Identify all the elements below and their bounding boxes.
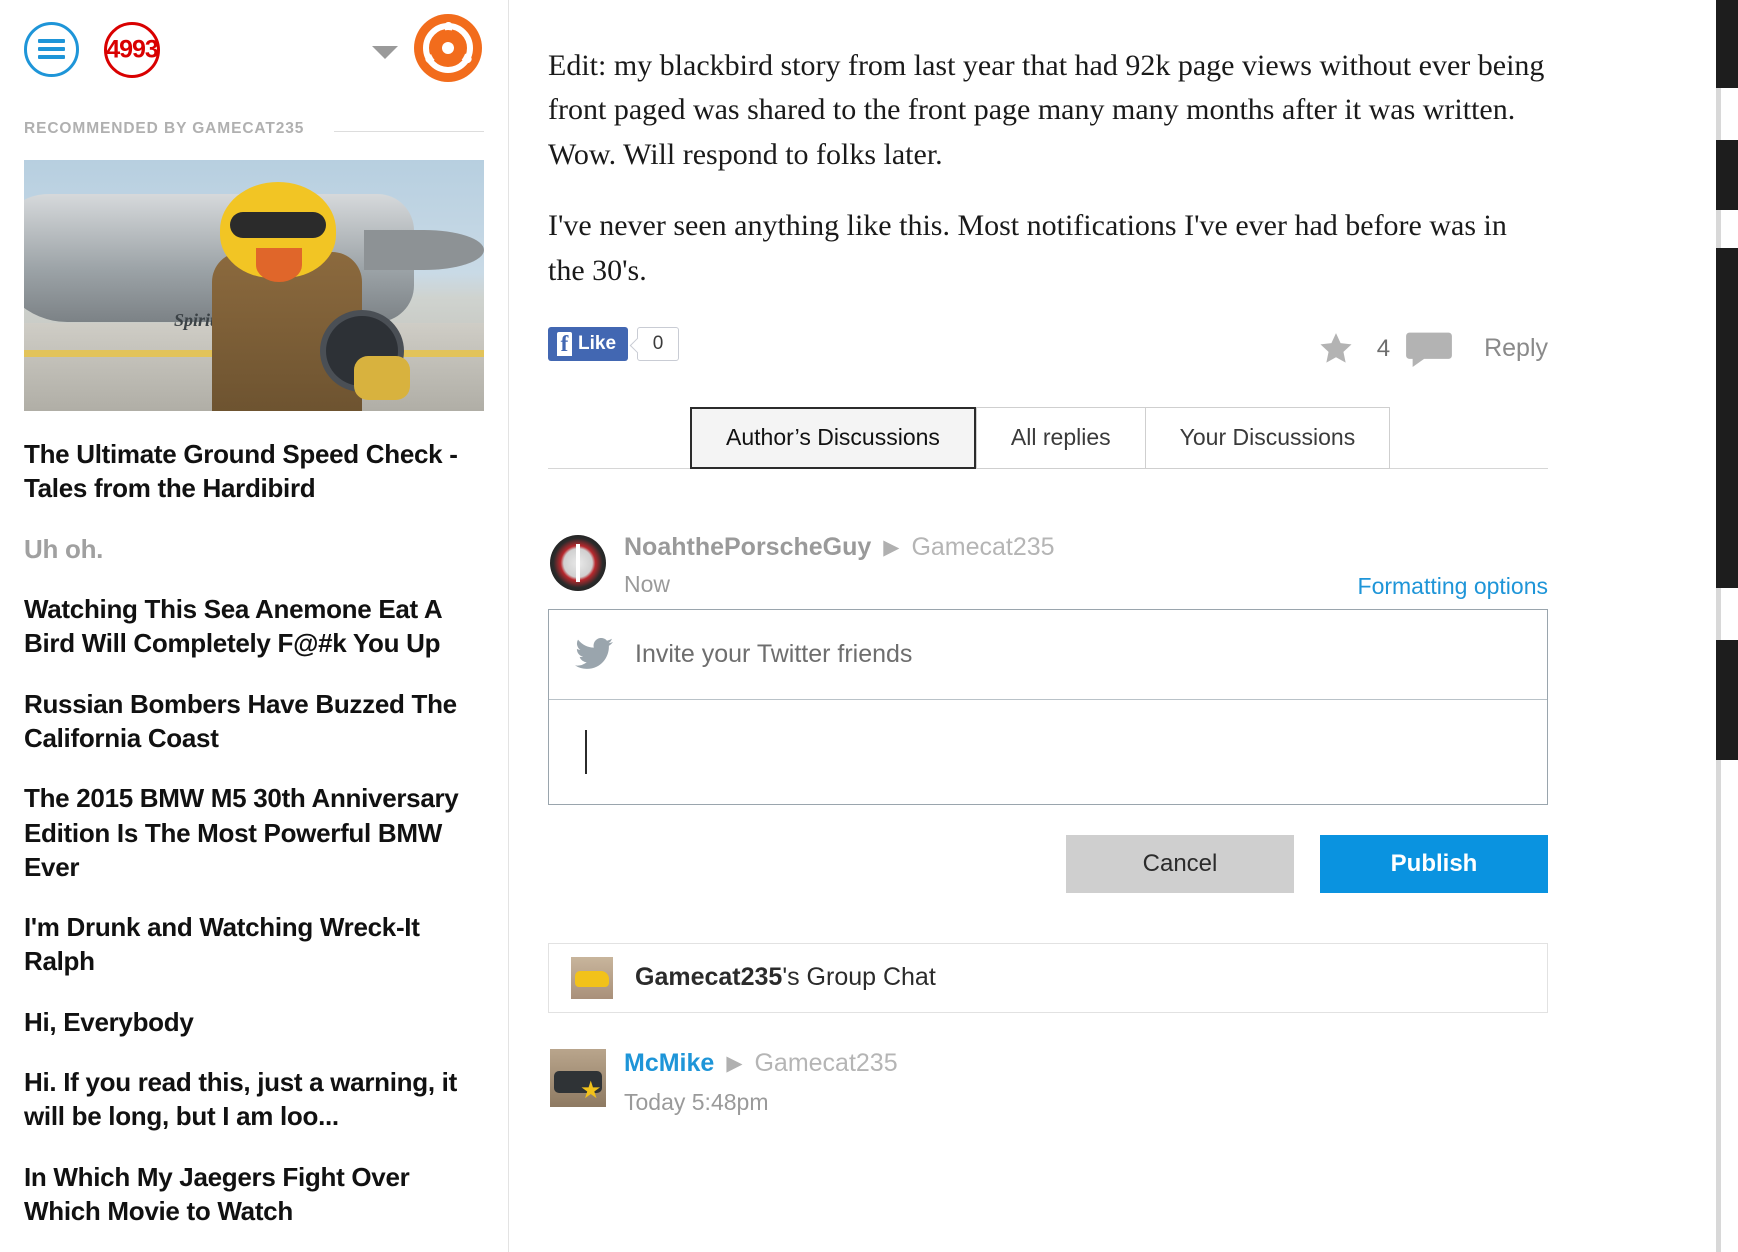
reply-author[interactable]: McMike: [624, 1049, 714, 1078]
composer-author[interactable]: NoahthePorscheGuy: [624, 533, 871, 562]
reply-arrow-icon: ▶: [883, 535, 900, 559]
page-edge-segment: [1716, 0, 1738, 88]
post-body: Edit: my blackbird story from last year …: [548, 0, 1548, 293]
group-chat-suffix: 's Group Chat: [782, 963, 936, 992]
facebook-like-label: Like: [578, 332, 617, 354]
sidebar-article-list: The Ultimate Ground Speed Check - Tales …: [24, 411, 484, 1228]
list-item[interactable]: In Which My Jaegers Fight Over Which Mov…: [24, 1160, 484, 1229]
comment-input[interactable]: [549, 700, 1547, 804]
formatting-options-link[interactable]: Formatting options: [1358, 573, 1548, 600]
twitter-invite-label: Invite your Twitter friends: [635, 639, 913, 668]
notification-badge[interactable]: 4993: [104, 22, 160, 78]
sidebar: 4993 RECOMMENDED BY GAMECAT235 Spirit of…: [0, 0, 508, 1252]
facebook-like-widget[interactable]: f Like 0: [548, 326, 680, 361]
list-item[interactable]: Watching This Sea Anemone Eat A Bird Wil…: [24, 592, 484, 661]
post-paragraph: I've never seen anything like this. Most…: [548, 209, 1507, 287]
post-paragraph: Edit: my blackbird story from last year …: [548, 49, 1545, 171]
reply-count: 4: [1376, 334, 1391, 362]
list-item[interactable]: I'm Drunk and Watching Wreck-It Ralph: [24, 910, 484, 979]
star-icon[interactable]: [1317, 330, 1355, 368]
composer-timestamp: Now: [624, 570, 671, 597]
group-chat-title: Gamecat235's Group Chat: [635, 963, 936, 992]
featured-article-image[interactable]: Spirit of LeMons: [24, 160, 484, 411]
publish-button[interactable]: Publish: [1320, 834, 1548, 893]
twitter-bird-icon: [575, 638, 613, 670]
page-edge-segment: [1716, 140, 1738, 210]
composer-avatar[interactable]: [550, 534, 606, 591]
group-chat-card[interactable]: Gamecat235's Group Chat: [548, 942, 1548, 1013]
post-action-bar: f Like 0 4 Reply: [548, 326, 1548, 371]
facebook-icon: f: [557, 331, 572, 356]
tab-authors-discussions[interactable]: Author’s Discussions: [690, 406, 976, 469]
reply-target[interactable]: Gamecat235: [754, 1049, 897, 1078]
page-edge-segment: [1716, 640, 1738, 760]
composer-header: NoahthePorscheGuy ▶ Gamecat235 Now Forma…: [548, 533, 1548, 609]
reply-timestamp: Today 5:48pm: [624, 1088, 769, 1115]
comment-composer: NoahthePorscheGuy ▶ Gamecat235 Now Forma…: [548, 533, 1548, 893]
post-action-right: 4 Reply: [1317, 327, 1548, 371]
group-chat-owner: Gamecat235: [635, 963, 783, 992]
facebook-like-button[interactable]: f Like: [548, 326, 629, 361]
composer-box: Invite your Twitter friends: [548, 608, 1548, 805]
main-content: Edit: my blackbird story from last year …: [548, 0, 1548, 1252]
sidebar-toolbar: 4993: [0, 0, 508, 104]
recommended-header: RECOMMENDED BY GAMECAT235: [24, 120, 484, 142]
page-root: 4993 RECOMMENDED BY GAMECAT235 Spirit of…: [0, 0, 1738, 1252]
list-item[interactable]: Hi, Everybody: [24, 1005, 484, 1039]
hamburger-icon[interactable]: [24, 22, 79, 77]
cancel-button[interactable]: Cancel: [1066, 834, 1294, 893]
reply-button[interactable]: Reply: [1484, 334, 1548, 363]
text-caret: [585, 729, 587, 774]
tab-your-discussions[interactable]: Your Discussions: [1144, 406, 1391, 469]
header-divider: [334, 131, 484, 132]
speech-bubble-icon[interactable]: [1406, 331, 1452, 367]
twitter-invite-row[interactable]: Invite your Twitter friends: [549, 610, 1547, 700]
reply-avatar[interactable]: ★: [550, 1048, 606, 1107]
composer-actions: Cancel Publish: [548, 834, 1548, 893]
list-item[interactable]: Uh oh.: [24, 532, 484, 566]
facebook-like-count: 0: [637, 326, 680, 361]
recommended-label: RECOMMENDED BY GAMECAT235: [24, 120, 305, 137]
notification-count: 4993: [106, 35, 159, 64]
list-item[interactable]: Hi. If you read this, just a warning, it…: [24, 1065, 484, 1134]
page-edge-segment: [1716, 248, 1738, 588]
chevron-down-icon[interactable]: [372, 46, 398, 59]
list-item[interactable]: The 2015 BMW M5 30th Anniversary Edition…: [24, 781, 484, 884]
tab-all-replies[interactable]: All replies: [975, 406, 1145, 469]
user-avatar[interactable]: [414, 14, 482, 82]
reply-arrow-icon: ▶: [726, 1051, 743, 1075]
sidebar-item-featured[interactable]: The Ultimate Ground Speed Check - Tales …: [24, 437, 484, 506]
group-chat-thumbnail: [571, 956, 613, 999]
composer-target[interactable]: Gamecat235: [911, 533, 1054, 562]
list-item[interactable]: Russian Bombers Have Buzzed The Californ…: [24, 687, 484, 756]
right-edge-strip: [1716, 0, 1738, 1252]
reply-item: ★ McMike ▶ Gamecat235 Today 5:48pm: [548, 1048, 1548, 1139]
sidebar-divider: [508, 0, 509, 1252]
discussion-tabs: Author’s Discussions All replies Your Di…: [548, 406, 1548, 469]
